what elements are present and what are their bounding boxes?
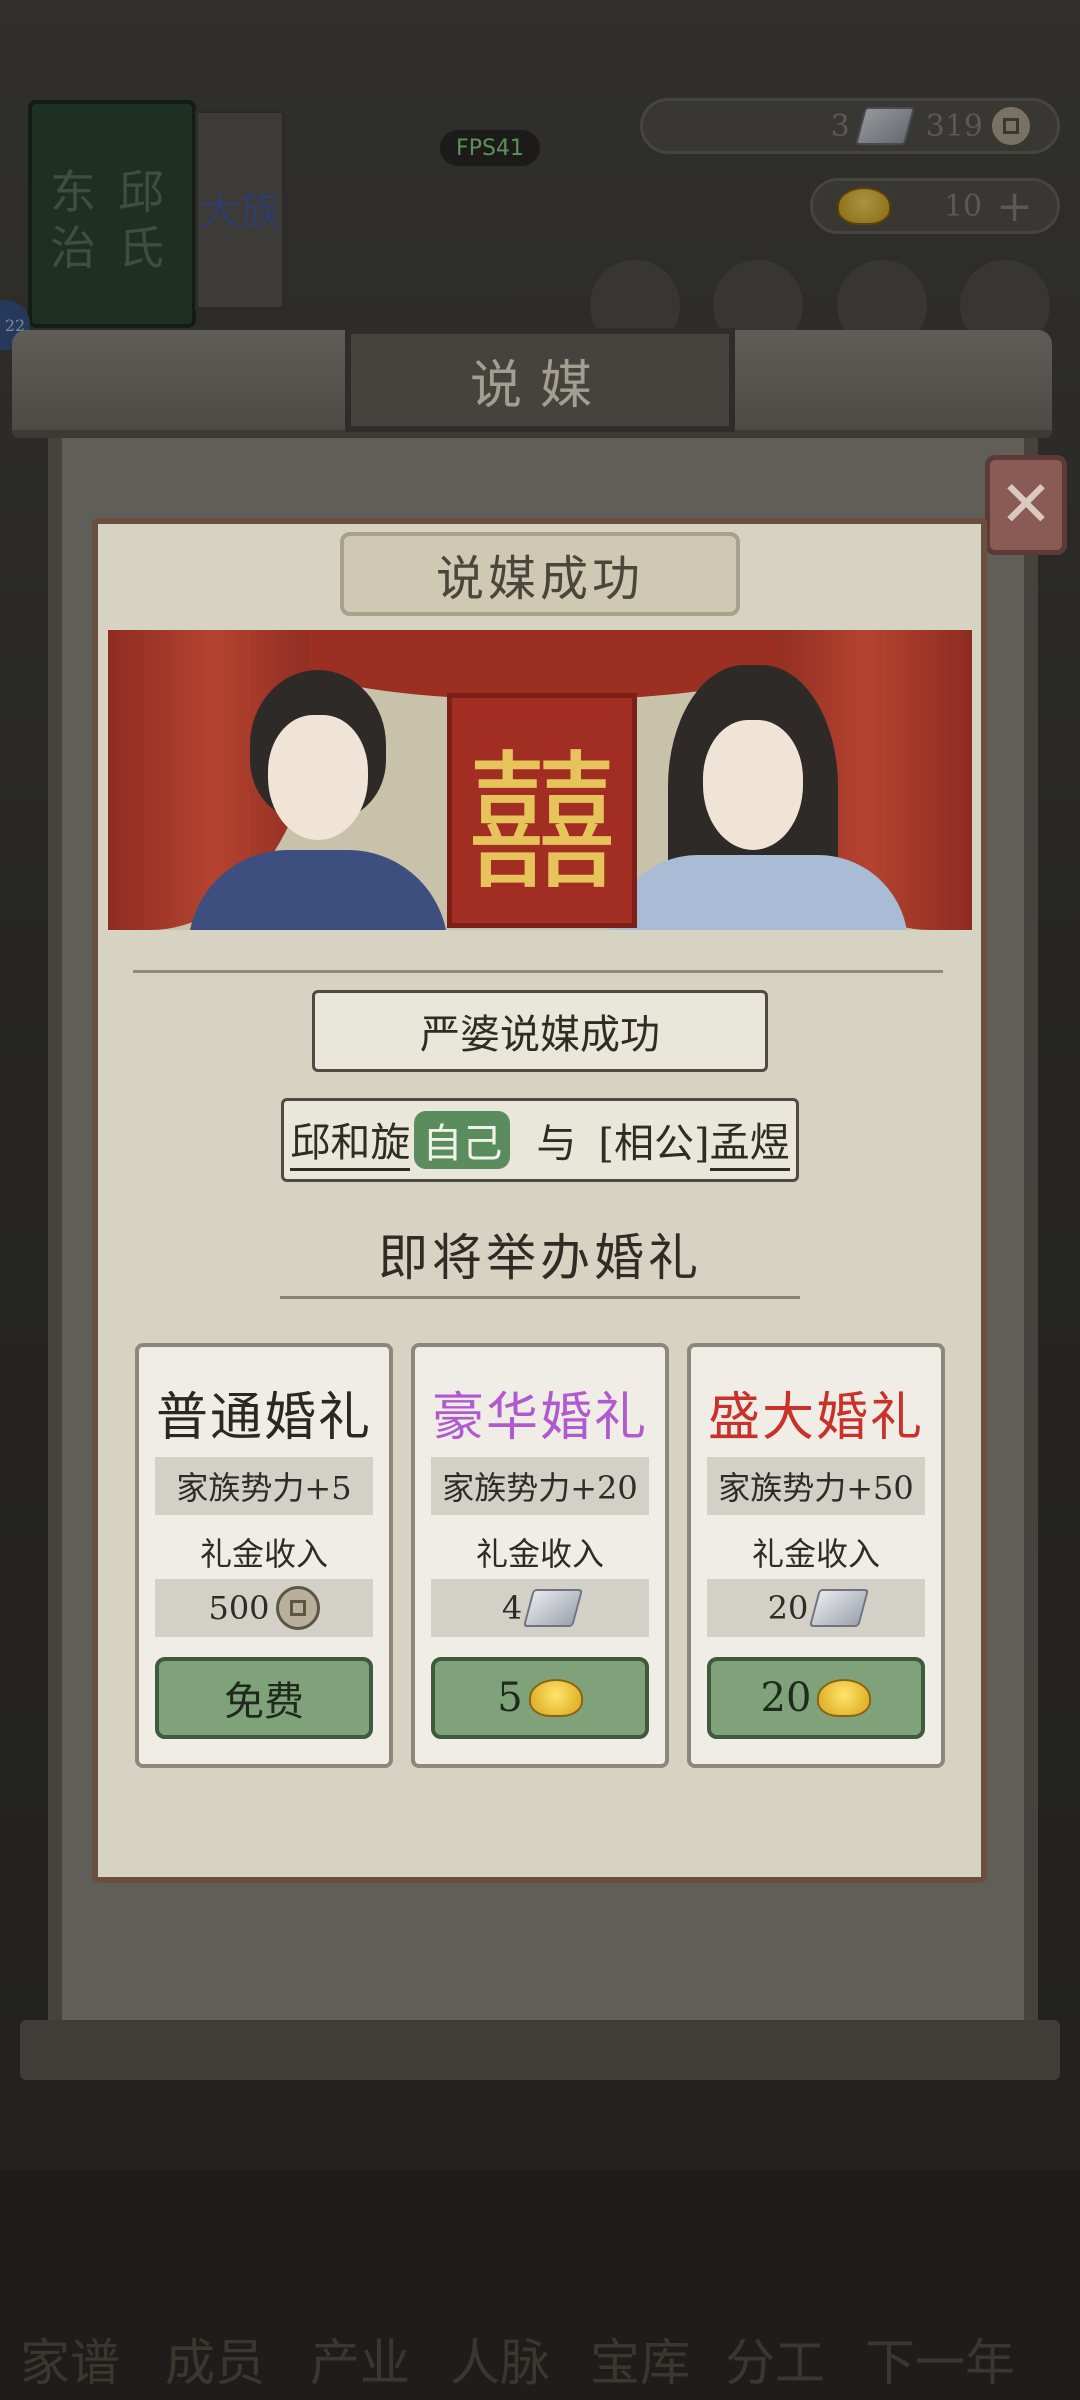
income-value: 500 (208, 1589, 270, 1627)
select-grand-wedding-button[interactable]: 20 (707, 1657, 925, 1739)
option-influence: 家族势力+5 (155, 1457, 373, 1515)
option-income: 20 (707, 1579, 925, 1637)
divider (280, 1296, 800, 1299)
couple-info: 邱和旋 自己 与 [相公] 孟煜 (281, 1098, 799, 1182)
cost-label: 免费 (224, 1679, 304, 1725)
self-tag: 自己 (414, 1111, 511, 1169)
silver-ingot-icon (523, 1589, 584, 1627)
copper-coin-icon (275, 1586, 320, 1630)
bride-name: 邱和旋 (290, 1110, 411, 1171)
option-title: 普通婚礼 (155, 1388, 372, 1448)
select-luxury-wedding-button[interactable]: 5 (431, 1657, 649, 1739)
option-title: 盛大婚礼 (707, 1388, 924, 1448)
modal-scroll-bottom (20, 2020, 1060, 2080)
connector-text: 与 (536, 1121, 577, 1167)
close-button[interactable]: ✕ (985, 455, 1067, 555)
upcoming-wedding-text: 即将举办婚礼 (378, 1229, 702, 1287)
option-income: 4 (431, 1579, 649, 1637)
wedding-option-luxury: 豪华婚礼 家族势力+20 礼金收入 4 5 (411, 1343, 669, 1768)
option-influence: 家族势力+50 (707, 1457, 925, 1515)
stage-floor (133, 930, 943, 973)
silver-ingot-icon (809, 1589, 870, 1627)
modal-title: 说媒 (345, 328, 735, 432)
groom-name: 孟煜 (709, 1110, 790, 1171)
gold-ingot-icon (817, 1679, 872, 1717)
wedding-option-grand: 盛大婚礼 家族势力+50 礼金收入 20 20 (687, 1343, 945, 1768)
option-influence: 家族势力+20 (431, 1457, 649, 1515)
income-value: 20 (767, 1589, 809, 1627)
option-title: 豪华婚礼 (431, 1388, 648, 1448)
groom-portrait (608, 665, 908, 930)
option-income: 500 (155, 1579, 373, 1637)
wedding-option-normal: 普通婚礼 家族势力+5 礼金收入 500 免费 (135, 1343, 393, 1768)
cost-label: 5 (497, 1675, 523, 1721)
gold-ingot-icon (528, 1679, 583, 1717)
cost-label: 20 (760, 1675, 812, 1721)
option-income-label: 礼金收入 (751, 1535, 880, 1573)
option-income-label: 礼金收入 (199, 1535, 328, 1573)
income-value: 4 (501, 1589, 523, 1627)
result-banner: 说媒成功 (340, 532, 740, 616)
close-icon: ✕ (999, 468, 1053, 542)
option-income-label: 礼金收入 (475, 1535, 604, 1573)
double-happiness-sign: 囍 (447, 693, 637, 928)
bride-portrait (188, 670, 448, 930)
groom-prefix: [相公] (598, 1121, 710, 1167)
select-normal-wedding-button[interactable]: 免费 (155, 1657, 373, 1739)
matchmaker-message: 严婆说媒成功 (312, 990, 768, 1072)
